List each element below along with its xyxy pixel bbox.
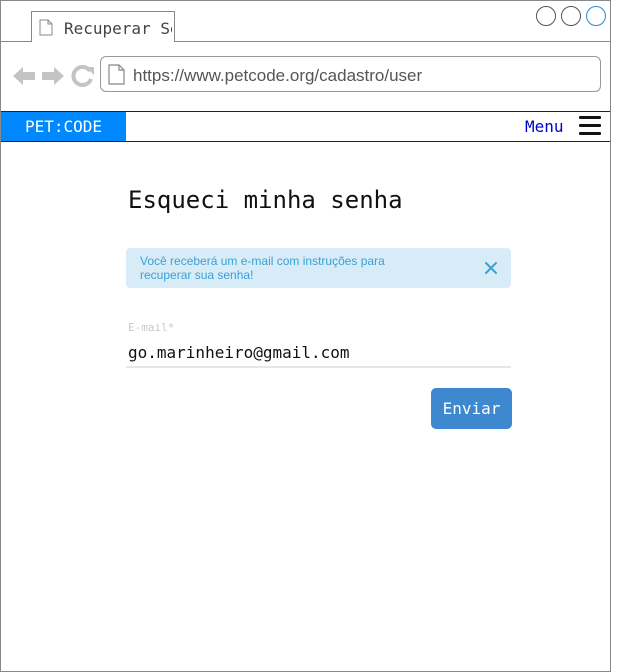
email-label: E-mail* (128, 321, 175, 334)
tab-strip: Recuperar Senha (1, 1, 610, 42)
back-arrow-icon[interactable] (12, 65, 36, 87)
url-text: https://www.petcode.org/cadastro/user (133, 66, 423, 85)
alert-message: Você receberá um e-mail com instruções p… (140, 254, 385, 282)
window-control-maximize[interactable] (561, 6, 581, 26)
address-bar[interactable]: https://www.petcode.org/cadastro/user (100, 56, 601, 92)
document-icon (108, 64, 125, 85)
submit-button[interactable]: Enviar (431, 388, 512, 429)
browser-window: Recuperar Senha https://www.petcode.org/… (0, 0, 611, 672)
site-navbar: PET:CODE Menu (1, 111, 610, 142)
menu-label[interactable]: Menu (525, 117, 564, 136)
page-title: Esqueci minha senha (128, 186, 403, 214)
window-control-close[interactable] (586, 6, 606, 26)
close-icon[interactable] (484, 261, 498, 275)
info-alert: Você receberá um e-mail com instruções p… (126, 248, 511, 288)
tab-title: Recuperar Senha (64, 19, 172, 38)
address-bar-row: https://www.petcode.org/cadastro/user (1, 42, 610, 110)
reload-icon[interactable] (71, 65, 95, 87)
document-icon (39, 19, 53, 36)
forward-arrow-icon[interactable] (41, 65, 65, 87)
hamburger-icon[interactable] (579, 116, 601, 136)
browser-tab[interactable]: Recuperar Senha (31, 11, 175, 42)
window-control-minimize[interactable] (536, 6, 556, 26)
email-field[interactable] (126, 338, 511, 368)
site-logo[interactable]: PET:CODE (1, 112, 126, 141)
